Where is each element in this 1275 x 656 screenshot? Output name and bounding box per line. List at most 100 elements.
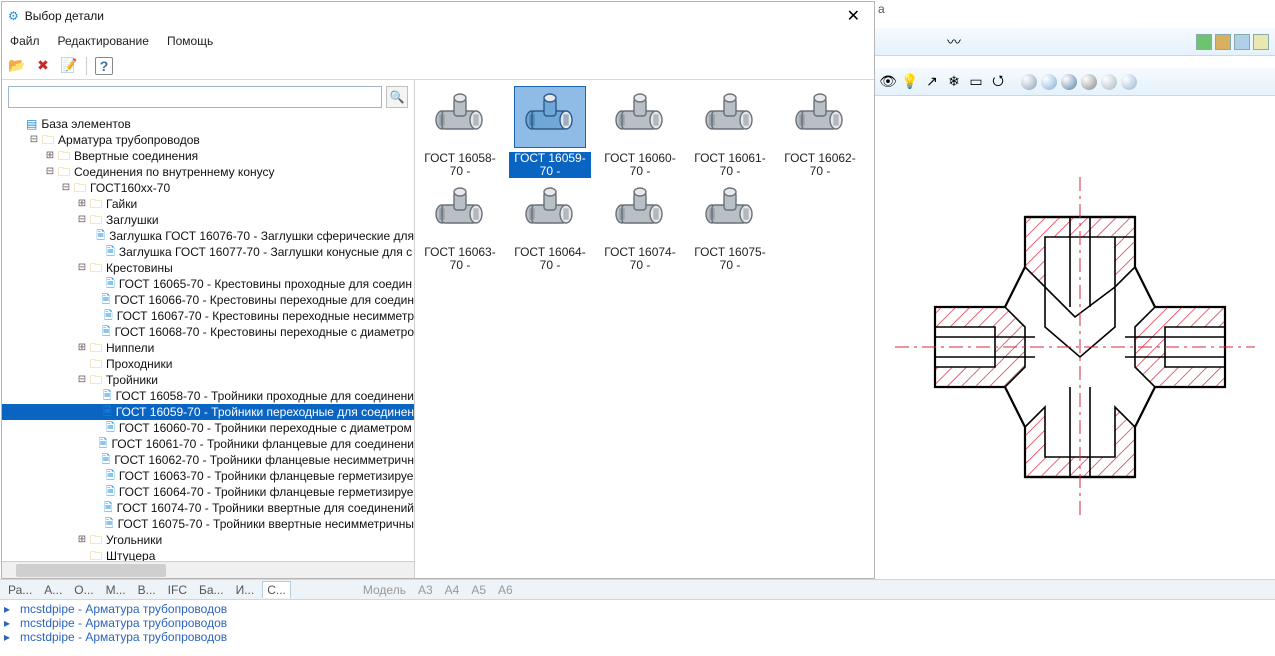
tree-item[interactable]: 🗎Заглушка ГОСТ 16077-70 - Заглушки конус…: [2, 244, 414, 260]
tree-label: Заглушки: [106, 212, 159, 228]
tree-folder[interactable]: ▤База элементов: [2, 116, 414, 132]
panel-tab[interactable]: О...: [70, 582, 97, 598]
expand-toggle[interactable]: ⊟: [74, 212, 90, 228]
part-thumbnail[interactable]: ГОСТ 16074-70 -Тройники вве...: [599, 180, 681, 272]
delete-icon[interactable]: ✖: [34, 57, 52, 75]
tree-folder[interactable]: 🗀Штуцера: [2, 548, 414, 561]
folder-icon: 🗀: [90, 340, 102, 356]
expand-toggle[interactable]: ⊟: [58, 180, 74, 196]
expand-toggle[interactable]: ⊟: [74, 372, 90, 388]
tree-item[interactable]: 🗎ГОСТ 16063-70 - Тройники фланцевые герм…: [2, 468, 414, 484]
tree-folder[interactable]: ⊟🗀ГОСТ160xx-70: [2, 180, 414, 196]
help-icon[interactable]: ?: [95, 57, 113, 75]
panel-tab[interactable]: И...: [232, 582, 259, 598]
tree-item[interactable]: 🗎ГОСТ 16074-70 - Тройники ввертные для с…: [2, 500, 414, 516]
tree-item[interactable]: 🗎ГОСТ 16066-70 - Крестовины переходные д…: [2, 292, 414, 308]
part-icon: 🗎: [106, 276, 115, 292]
panel-tab[interactable]: С...: [262, 581, 291, 598]
bg-tool-icon[interactable]: 〰: [945, 33, 963, 51]
tree-item[interactable]: 🗎ГОСТ 16065-70 - Крестовины проходные дл…: [2, 276, 414, 292]
tree-folder[interactable]: ⊞🗀Угольники: [2, 532, 414, 548]
drawing-canvas[interactable]: [875, 96, 1275, 598]
sheet-tab[interactable]: А6: [494, 582, 517, 598]
tree-item[interactable]: 🗎ГОСТ 16059-70 - Тройники переходные для…: [2, 404, 414, 420]
tree-label: Заглушка ГОСТ 16077-70 - Заглушки конусн…: [119, 244, 412, 260]
folder-open-icon[interactable]: 📂: [8, 57, 26, 75]
tree-item[interactable]: 🗎ГОСТ 16067-70 - Крестовины переходные н…: [2, 308, 414, 324]
part-thumbnail[interactable]: ГОСТ 16062-70 -Тройники фла...: [779, 86, 861, 178]
panel-tab[interactable]: А...: [40, 582, 66, 598]
part-icon: 🗎: [104, 500, 113, 516]
panel-tab[interactable]: М...: [102, 582, 130, 598]
sphere-icon[interactable]: [1121, 74, 1137, 90]
part-thumbnail[interactable]: ГОСТ 16061-70 -Тройники фла...: [689, 86, 771, 178]
tree-item[interactable]: 🗎ГОСТ 16061-70 - Тройники фланцевые для …: [2, 436, 414, 452]
tree-scrollbar-h[interactable]: [2, 561, 414, 578]
tree-folder[interactable]: ⊟🗀Заглушки: [2, 212, 414, 228]
expand-toggle[interactable]: ⊞: [74, 340, 90, 356]
panel-tab[interactable]: В...: [134, 582, 160, 598]
bg-icon[interactable]: [1215, 34, 1231, 50]
tree-item[interactable]: 🗎Заглушка ГОСТ 16076-70 - Заглушки сфери…: [2, 228, 414, 244]
sheet-tab[interactable]: Модель: [359, 582, 410, 598]
dialog-toolbar: 📂 ✖ 📝 ?: [2, 52, 874, 80]
hide-icon[interactable]: 👁: [879, 73, 897, 91]
tree-folder[interactable]: ⊟🗀Соединения по внутреннему конусу: [2, 164, 414, 180]
part-thumbnail[interactable]: ГОСТ 16075-70 -Тройники вве...: [689, 180, 771, 272]
bottom-tabs: Ра...А...О... М...В...IFCБа...И...С... Мо…: [0, 579, 1275, 599]
orbit-icon[interactable]: ⭯: [989, 73, 1007, 91]
bulb-icon[interactable]: 💡: [901, 73, 919, 91]
panel-tab[interactable]: IFC: [164, 582, 191, 598]
tree-item[interactable]: 🗎ГОСТ 16068-70 - Крестовины переходные с…: [2, 324, 414, 340]
tree-folder[interactable]: ⊟🗀Крестовины: [2, 260, 414, 276]
bg-icon[interactable]: [1253, 34, 1269, 50]
sheet-tab[interactable]: А4: [441, 582, 464, 598]
part-thumbnail[interactable]: ГОСТ 16064-70 -Тройники фла...: [509, 180, 591, 272]
sphere-icon[interactable]: [1081, 74, 1097, 90]
panel-tab[interactable]: Ра...: [4, 582, 36, 598]
tree-folder[interactable]: ⊞🗀Ввертные соединения: [2, 148, 414, 164]
sphere-icon[interactable]: [1061, 74, 1077, 90]
edit-icon[interactable]: 📝: [60, 57, 78, 75]
tree-folder[interactable]: ⊞🗀Ниппели: [2, 340, 414, 356]
tree[interactable]: ▤База элементов⊟🗀Арматура трубопроводов⊞…: [2, 114, 414, 561]
tree-folder[interactable]: ⊞🗀Гайки: [2, 196, 414, 212]
panel-tab[interactable]: Ба...: [195, 582, 228, 598]
sheet-tab[interactable]: А5: [467, 582, 490, 598]
expand-toggle[interactable]: ⊟: [42, 164, 58, 180]
menu-edit[interactable]: Редактирование: [58, 34, 149, 48]
tree-item[interactable]: 🗎ГОСТ 16062-70 - Тройники фланцевые неси…: [2, 452, 414, 468]
sheet-icon[interactable]: ▭: [967, 73, 985, 91]
tree-item[interactable]: 🗎ГОСТ 16060-70 - Тройники переходные с д…: [2, 420, 414, 436]
part-thumbnail[interactable]: ГОСТ 16058-70 -Тройники про...: [419, 86, 501, 178]
search-button[interactable]: 🔍: [386, 86, 408, 108]
sphere-icon[interactable]: [1041, 74, 1057, 90]
menu-help[interactable]: Помощь: [167, 34, 213, 48]
expand-toggle[interactable]: ⊟: [74, 260, 90, 276]
tree-item[interactable]: 🗎ГОСТ 16075-70 - Тройники ввертные несим…: [2, 516, 414, 532]
bg-icon[interactable]: [1196, 34, 1212, 50]
tree-folder[interactable]: 🗀Проходники: [2, 356, 414, 372]
prompt-icon: ▸: [4, 616, 20, 630]
sphere-icon[interactable]: [1101, 74, 1117, 90]
tree-folder[interactable]: ⊟🗀Арматура трубопроводов: [2, 132, 414, 148]
sphere-icon[interactable]: [1021, 74, 1037, 90]
tree-folder[interactable]: ⊟🗀Тройники: [2, 372, 414, 388]
expand-toggle[interactable]: ⊞: [42, 148, 58, 164]
tree-item[interactable]: 🗎ГОСТ 16064-70 - Тройники фланцевые герм…: [2, 484, 414, 500]
bg-icon[interactable]: [1234, 34, 1250, 50]
part-thumbnail[interactable]: ГОСТ 16063-70 -Тройники фла...: [419, 180, 501, 272]
tree-item[interactable]: 🗎ГОСТ 16058-70 - Тройники проходные для …: [2, 388, 414, 404]
part-thumbnail[interactable]: ГОСТ 16059-70 -Тройники пер...: [509, 86, 591, 178]
search-input[interactable]: [8, 86, 382, 108]
close-button[interactable]: ✕: [839, 6, 868, 26]
layer-icon[interactable]: ↗: [923, 73, 941, 91]
expand-toggle[interactable]: ⊞: [74, 196, 90, 212]
part-thumbnail[interactable]: ГОСТ 16060-70 -Тройники пер...: [599, 86, 681, 178]
part-icon: 🗎: [101, 452, 110, 468]
expand-toggle[interactable]: ⊟: [26, 132, 42, 148]
sheet-tab[interactable]: А3: [414, 582, 437, 598]
freeze-icon[interactable]: ❄: [945, 73, 963, 91]
expand-toggle[interactable]: ⊞: [74, 532, 90, 548]
menu-file[interactable]: Файл: [10, 34, 40, 48]
